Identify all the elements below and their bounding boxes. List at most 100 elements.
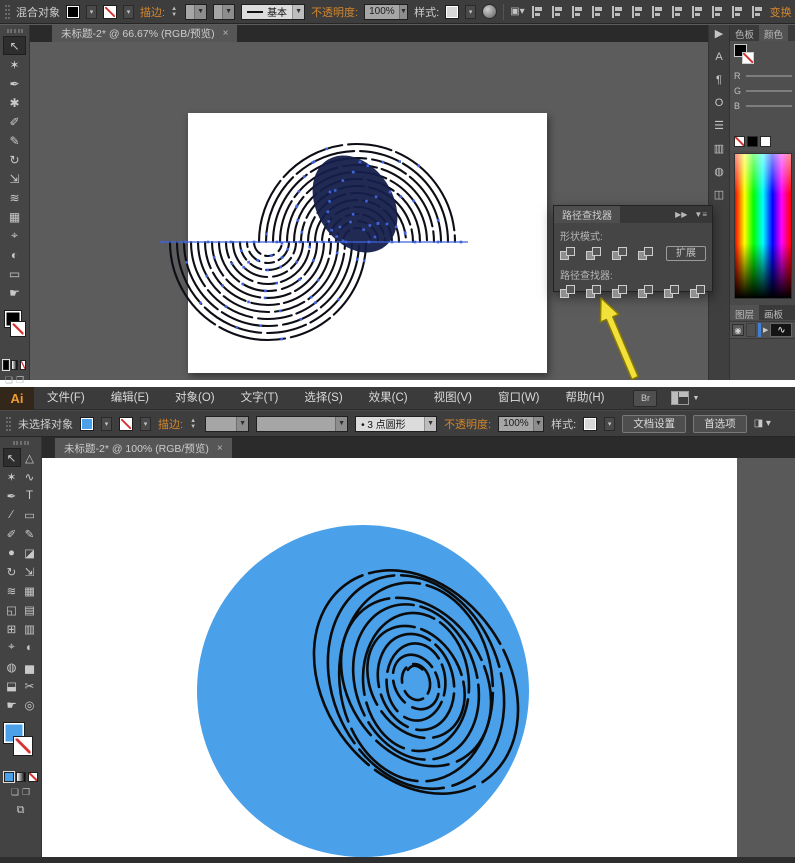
stroke-color-swatch[interactable] (103, 5, 117, 19)
menu-item-7[interactable]: 窗口(W) (485, 387, 553, 410)
free-transform-tool-icon[interactable]: ▦ (21, 581, 39, 600)
lasso-tool-icon[interactable]: ∿ (21, 467, 39, 486)
tab-layers[interactable]: 图层 (730, 305, 759, 320)
color-spectrum[interactable] (734, 153, 792, 299)
menu-item-2[interactable]: 对象(O) (162, 387, 228, 410)
panel-grip-icon[interactable] (5, 5, 10, 19)
draw-normal-icon[interactable]: ❏ (5, 375, 13, 386)
minus-back-icon[interactable] (690, 285, 707, 299)
stroke-weight-label[interactable]: 描边: (140, 4, 165, 20)
opacity-dropdown[interactable]: 100%▼ (498, 416, 544, 432)
pages-panel-icon[interactable]: ◫ (714, 189, 724, 201)
gradient-button[interactable] (11, 360, 17, 370)
stroke-proxy[interactable] (10, 321, 26, 337)
document-tab[interactable]: 未标题-2* @ 66.67% (RGB/预览) × (52, 25, 237, 42)
none-chip[interactable] (734, 136, 745, 147)
stroke-weight-stepper[interactable]: ▲▼ (171, 6, 179, 18)
recolor-artwork-icon[interactable] (482, 4, 497, 19)
style-dropdown-arrow-icon[interactable]: ▾ (604, 417, 615, 431)
unite-icon[interactable] (560, 247, 577, 261)
stroke-dropdown-arrow-icon[interactable]: ▾ (123, 5, 134, 19)
align-middle-v-icon[interactable] (611, 6, 624, 18)
fill-color-swatch[interactable] (66, 5, 80, 19)
pen-tool-icon[interactable]: ✒ (3, 486, 21, 505)
character-panel-icon[interactable]: A (715, 51, 722, 63)
screen-mode-icon[interactable]: ⧉ (2, 804, 39, 817)
line-tool-icon[interactable]: ∕ (3, 505, 21, 524)
selection-tool-icon[interactable]: ↖ (3, 448, 21, 467)
panel-grip-icon[interactable] (6, 417, 11, 431)
b-slider[interactable] (746, 105, 792, 107)
slice-tool-icon[interactable]: ✂ (21, 676, 39, 695)
close-tab-icon[interactable]: × (223, 28, 229, 39)
tab-color[interactable]: 颜色 (759, 25, 788, 41)
blend-tool-icon[interactable]: ◐ (21, 638, 39, 657)
fill-color-swatch[interactable] (80, 417, 94, 431)
style-swatch[interactable] (583, 417, 597, 431)
scale-tool-icon[interactable]: ⇲ (21, 562, 39, 581)
color-button[interactable] (3, 360, 9, 370)
hand-tool-icon[interactable]: ☛ (3, 695, 21, 714)
align-bottom-icon[interactable] (631, 6, 644, 18)
eraser-tool-icon[interactable]: ◪ (21, 543, 39, 562)
divide-icon[interactable] (560, 285, 577, 299)
style-swatch[interactable] (445, 5, 459, 19)
fill-stroke-indicator[interactable] (3, 310, 26, 356)
hand-tool-icon[interactable]: ☛ (3, 283, 26, 302)
align-left-icon[interactable] (531, 6, 544, 18)
fill-dropdown-arrow-icon[interactable]: ▾ (86, 5, 97, 19)
white-chip[interactable] (760, 136, 771, 147)
black-chip[interactable] (747, 136, 758, 147)
transform-link[interactable]: 变换 (770, 4, 792, 20)
eyedropper-tool-icon[interactable]: ⌖ (3, 638, 21, 657)
brush-definition-dropdown[interactable]: 基本▼ (241, 4, 305, 20)
stroke-weight-label[interactable]: 描边: (158, 416, 183, 432)
paragraph-panel-icon[interactable]: ¶ (716, 74, 722, 86)
panel-grip-icon[interactable] (13, 441, 29, 445)
r-slider[interactable] (746, 75, 792, 77)
mesh-tool-icon[interactable]: ⊞ (3, 619, 21, 638)
minus-front-icon[interactable] (586, 247, 603, 261)
blend-tool-icon[interactable]: ◐ (3, 245, 26, 264)
tab-artboards[interactable]: 画板 (759, 305, 788, 320)
distribute-left-icon[interactable] (711, 6, 724, 18)
align-top-icon[interactable] (591, 6, 604, 18)
width-tool-icon[interactable]: ≋ (3, 188, 26, 207)
gradient-panel-icon[interactable]: ▥ (714, 143, 724, 155)
type-tool-icon[interactable]: T (21, 486, 39, 505)
bridge-button[interactable]: Br (633, 390, 657, 407)
zoom-tool-icon[interactable]: ◎ (21, 695, 39, 714)
close-tab-icon[interactable]: × (217, 443, 223, 454)
none-button[interactable] (28, 772, 38, 782)
panel-menu-icon[interactable]: ▼≡ (694, 210, 707, 219)
layer-row[interactable]: ◉ ▶ ∿ (730, 321, 795, 339)
pencil-tool-icon[interactable]: ✎ (3, 131, 26, 150)
pencil-tool-icon[interactable]: ✎ (21, 524, 39, 543)
scale-tool-icon[interactable]: ⇲ (3, 169, 26, 188)
draw-normal-icon[interactable]: ❏ (11, 787, 19, 798)
document-setup-button[interactable]: 文档设置 (622, 415, 686, 433)
pathfinder-panel-tab[interactable]: 路径查找器 (554, 206, 620, 223)
magic-wand-tool-icon[interactable]: ✶ (3, 55, 26, 74)
layer-visibility-eye-icon[interactable]: ◉ (732, 324, 744, 336)
fingerprint-logo-artwork[interactable] (42, 458, 795, 857)
pen-tool-icon[interactable]: ✒ (3, 74, 26, 93)
variable-width-dropdown[interactable]: ▼ (256, 416, 348, 432)
shaper-tool-icon[interactable]: ✱ (3, 93, 26, 112)
outline-icon[interactable] (664, 285, 681, 299)
info-panel-icon[interactable]: ▶ (715, 28, 723, 40)
distribute-top-icon[interactable] (651, 6, 664, 18)
paintbrush-tool-icon[interactable]: ✐ (3, 524, 21, 543)
draw-behind-icon[interactable]: ❐ (16, 375, 24, 386)
artboard-tool-icon[interactable]: ▭ (3, 264, 26, 283)
rotate-tool-icon[interactable]: ↻ (3, 562, 21, 581)
distribute-right-icon[interactable] (751, 6, 764, 18)
stroke-proxy[interactable] (13, 736, 33, 756)
eyedropper-tool-icon[interactable]: ⌖ (3, 226, 26, 245)
control-panel-menu-icon[interactable]: ◨ ▾ (754, 418, 771, 429)
artboard-tool-icon[interactable]: ⬓ (3, 676, 21, 695)
distribute-bottom-icon[interactable] (691, 6, 704, 18)
workspace-switcher[interactable]: ▼ (671, 391, 699, 405)
brush-definition-dropdown[interactable]: • 3 点圆形▼ (355, 416, 437, 432)
stroke-weight-dropdown[interactable]: ▼ (205, 416, 249, 432)
